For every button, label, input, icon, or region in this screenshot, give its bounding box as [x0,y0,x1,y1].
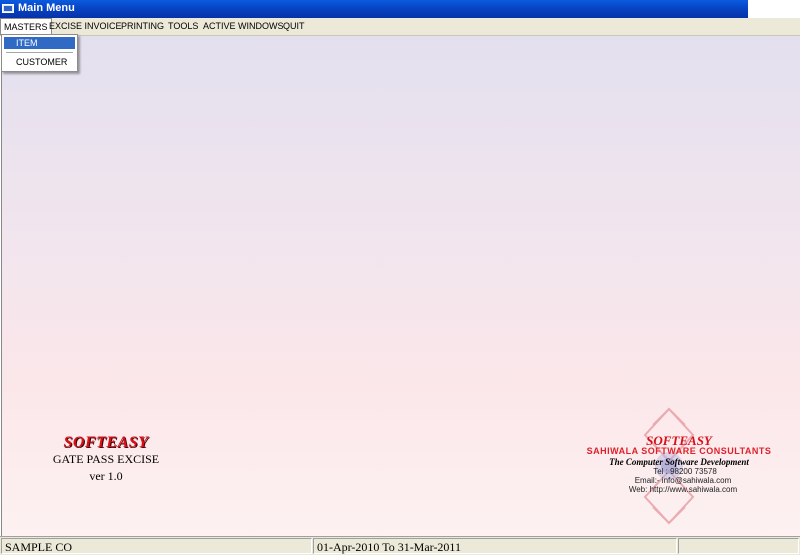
menu-tools[interactable]: TOOLS [165,18,201,35]
company-website: Web: http://www.sahiwala.com [628,485,738,494]
product-name: GATE PASS EXCISE [52,452,160,466]
menu-printing[interactable]: PRINTING [118,18,167,35]
menu-quit[interactable]: QUIT [280,18,308,35]
app-icon[interactable] [2,3,14,14]
brand-name: SOFTEASY [63,434,149,451]
status-extra [678,538,799,554]
menu-bar: MASTERS EXCISE INVOICE PRINTING TOOLS AC… [0,18,800,36]
menu-masters[interactable]: MASTERS [0,18,52,35]
status-period: 01-Apr-2010 To 31-Mar-2011 [313,538,677,554]
status-company: SAMPLE CO [1,538,312,554]
company-email: Email:- info@sahiwala.com [634,476,732,485]
window-title: Main Menu [18,2,75,14]
menu-active-windows[interactable]: ACTIVE WINDOWS [200,18,287,35]
masters-dropdown: ITEM CUSTOMER [1,34,78,72]
company-tagline: The Computer Software Development [609,457,749,467]
menu-item-customer[interactable]: CUSTOMER [4,56,75,68]
menu-item-item[interactable]: ITEM [4,37,75,49]
product-version: ver 1.0 [89,469,123,483]
company-name: SAHIWALA SOFTWARE CONSULTANTS [586,446,772,456]
product-logo: SOFTEASY GATE PASS EXCISE ver 1.0 [31,434,181,484]
title-bar[interactable]: Main Menu [0,0,748,18]
menu-excise-invoice[interactable]: EXCISE INVOICE [46,18,125,35]
status-bar: SAMPLE CO 01-Apr-2010 To 31-Mar-2011 [0,536,800,555]
mdi-client-area: SOFTEASY GATE PASS EXCISE ver 1.0 SOFTEA… [1,36,800,536]
company-phone: Tel : 98200 73578 [653,467,717,476]
company-logo: SOFTEASY SAHIWALA SOFTWARE CONSULTANTS T… [579,405,779,530]
menu-separator [6,52,73,53]
